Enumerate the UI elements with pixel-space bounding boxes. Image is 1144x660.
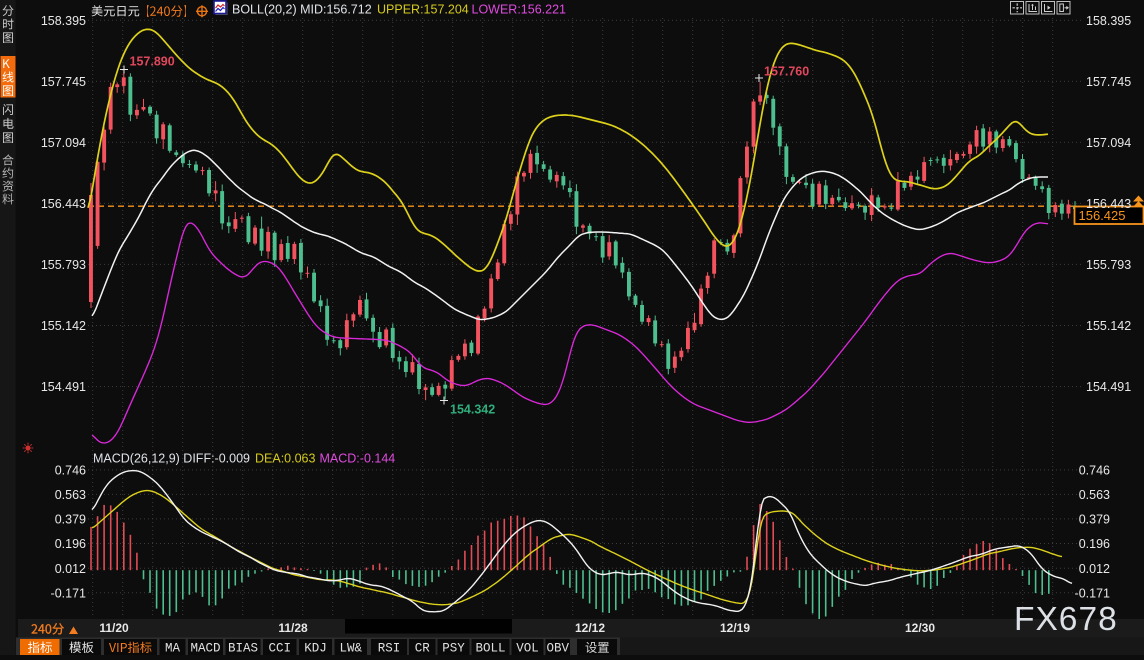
svg-text:RSI: RSI [378,642,401,656]
svg-text:154.491: 154.491 [41,380,86,394]
svg-text:-0.171: -0.171 [1075,586,1110,600]
svg-text:DEA:0.063: DEA:0.063 [255,452,316,466]
svg-text:11/28: 11/28 [278,621,308,635]
svg-text:155.793: 155.793 [41,258,86,272]
svg-text:0.746: 0.746 [55,464,86,478]
svg-text:156.443: 156.443 [41,197,86,211]
svg-text:12/12: 12/12 [575,621,605,635]
svg-text:BOLL: BOLL [475,642,505,656]
svg-text:154.342: 154.342 [450,403,495,417]
svg-text:11/20: 11/20 [99,621,129,635]
svg-text:VOL: VOL [516,642,539,656]
svg-text:156.425: 156.425 [1079,208,1126,223]
svg-text:158.395: 158.395 [1086,14,1131,28]
svg-text:MACD:-0.144: MACD:-0.144 [320,452,396,466]
svg-text:FX678: FX678 [1014,601,1118,638]
svg-text:0.196: 0.196 [1079,537,1110,551]
svg-text:MACD: MACD [190,642,220,656]
svg-text:158.395: 158.395 [41,14,86,28]
svg-text:12/30: 12/30 [905,621,935,635]
svg-text:BOLL(20,2) MID:156.712: BOLL(20,2) MID:156.712 [232,3,372,17]
svg-text:0.012: 0.012 [1079,562,1110,576]
svg-text:0.746: 0.746 [1079,464,1110,478]
svg-text:157.094: 157.094 [1086,136,1131,150]
svg-text:BIAS: BIAS [228,642,258,656]
svg-text:0.563: 0.563 [1079,488,1110,502]
svg-text:157.745: 157.745 [41,75,86,89]
svg-text:OBV: OBV [546,642,569,656]
svg-text:UPPER:157.204: UPPER:157.204 [377,3,469,17]
svg-text:157.890: 157.890 [130,55,175,69]
svg-text:LW&: LW& [339,642,362,656]
svg-text:MA: MA [165,642,181,656]
svg-text:155.142: 155.142 [41,319,86,333]
svg-text:0.196: 0.196 [55,537,86,551]
svg-text:CR: CR [415,642,431,656]
svg-text:12/19: 12/19 [720,621,750,635]
svg-text:-0.171: -0.171 [51,586,86,600]
svg-text:157.745: 157.745 [1086,75,1131,89]
svg-text:0.379: 0.379 [1079,513,1110,527]
svg-text:157.760: 157.760 [764,65,809,79]
svg-text:PSY: PSY [442,642,465,656]
svg-text:155.793: 155.793 [1086,258,1131,272]
svg-text:0.379: 0.379 [55,513,86,527]
svg-text:0.563: 0.563 [55,488,86,502]
svg-text:MACD(26,12,9) DIFF:-0.009: MACD(26,12,9) DIFF:-0.009 [93,452,250,466]
svg-text:0.012: 0.012 [55,562,86,576]
svg-text:154.491: 154.491 [1086,380,1131,394]
svg-text:KDJ: KDJ [304,642,327,656]
svg-text:CCI: CCI [268,642,291,656]
svg-text:155.142: 155.142 [1086,319,1131,333]
svg-text:LOWER:156.221: LOWER:156.221 [472,3,567,17]
svg-text:157.094: 157.094 [41,136,86,150]
